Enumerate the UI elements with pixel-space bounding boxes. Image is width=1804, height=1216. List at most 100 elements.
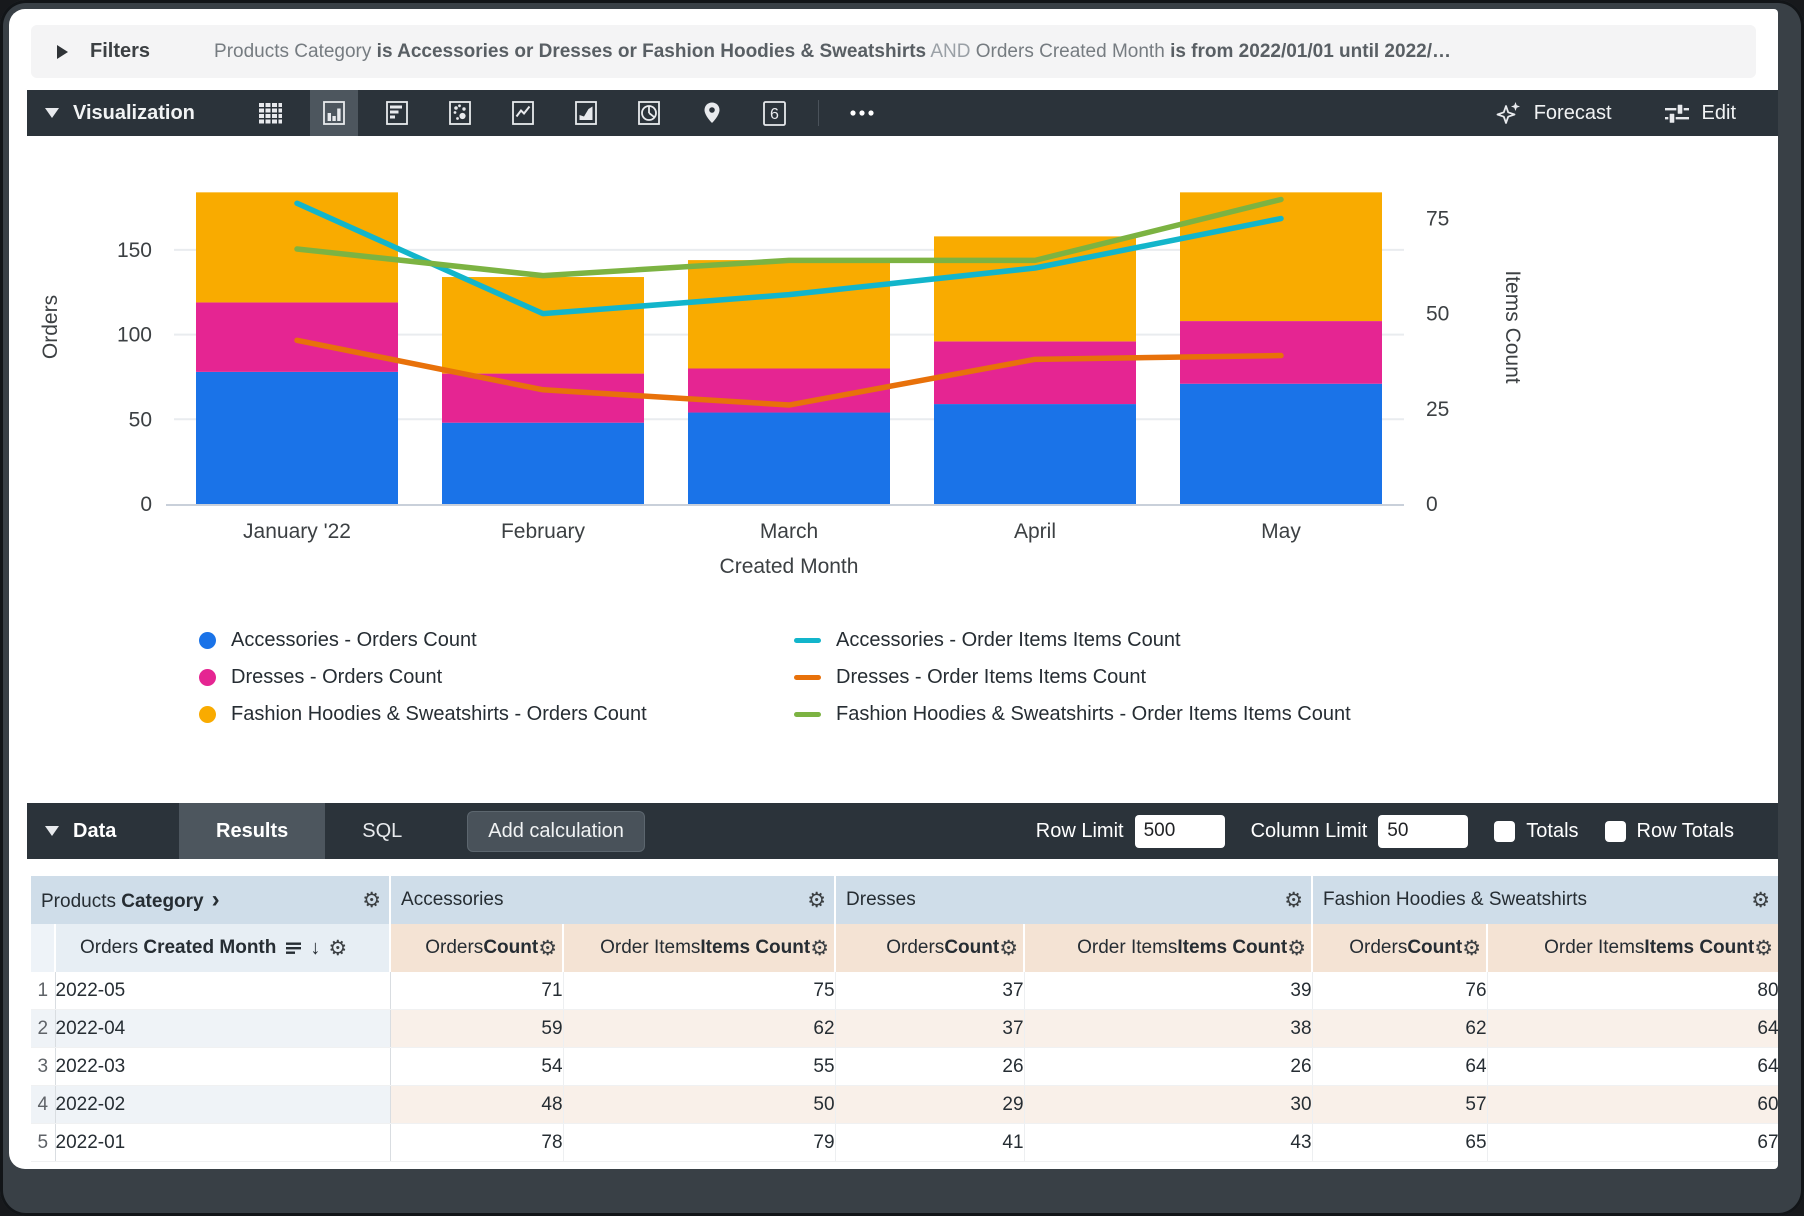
gear-icon[interactable]: ⚙ xyxy=(1287,938,1306,959)
legend-item[interactable]: Accessories - Order Items Items Count xyxy=(794,622,1351,659)
measure-column-header[interactable]: Orders Count⚙ xyxy=(1312,924,1487,972)
legend-item[interactable]: Fashion Hoodies & Sweatshirts - Order It… xyxy=(794,696,1351,733)
tab-sql[interactable]: SQL xyxy=(325,803,439,859)
measure-cell[interactable]: 64 xyxy=(1312,1048,1487,1086)
measure-cell[interactable]: 50 xyxy=(563,1086,835,1124)
gear-icon[interactable]: ⚙ xyxy=(1462,938,1481,959)
dimension-cell[interactable]: 2022-02 xyxy=(55,1086,390,1124)
area-chart-icon[interactable] xyxy=(562,90,610,136)
data-section-toggle[interactable]: Data xyxy=(27,820,179,843)
measure-cell[interactable]: 54 xyxy=(390,1048,563,1086)
totals-checkbox[interactable] xyxy=(1494,821,1515,842)
measure-column-header[interactable]: Orders Count⚙ xyxy=(835,924,1024,972)
measure-group-header[interactable]: Dresses⚙ xyxy=(835,876,1312,924)
measure-cell[interactable]: 64 xyxy=(1487,1010,1778,1048)
dimension-cell[interactable]: 2022-01 xyxy=(55,1124,390,1162)
gear-icon[interactable]: ⚙ xyxy=(999,938,1018,959)
legend-item[interactable]: Dresses - Order Items Items Count xyxy=(794,659,1351,696)
stacked-bar-segment[interactable] xyxy=(442,277,644,374)
measure-column-header[interactable]: Order Items Items Count⚙ xyxy=(1024,924,1312,972)
chevron-right-icon[interactable]: › xyxy=(212,886,220,913)
measure-cell[interactable]: 75 xyxy=(563,972,835,1010)
row-limit-input[interactable] xyxy=(1135,815,1225,848)
stacked-bar-segment[interactable] xyxy=(196,302,398,371)
measure-column-header[interactable]: Orders Count⚙ xyxy=(390,924,563,972)
stacked-bar-segment[interactable] xyxy=(1180,321,1382,384)
gear-icon[interactable]: ⚙ xyxy=(362,890,381,911)
dimension-sub-header[interactable]: Orders Created Month ↓ ⚙ xyxy=(55,924,390,972)
measure-cell[interactable]: 37 xyxy=(835,972,1024,1010)
filters-bar[interactable]: Filters Products Category is Accessories… xyxy=(31,25,1756,78)
gear-icon[interactable]: ⚙ xyxy=(1754,938,1773,959)
measure-cell[interactable]: 55 xyxy=(563,1048,835,1086)
measure-cell[interactable]: 39 xyxy=(1024,972,1312,1010)
measure-cell[interactable]: 80 xyxy=(1487,972,1778,1010)
measure-cell[interactable]: 65 xyxy=(1312,1124,1487,1162)
measure-cell[interactable]: 48 xyxy=(390,1086,563,1124)
row-totals-checkbox[interactable] xyxy=(1605,821,1626,842)
measure-cell[interactable]: 26 xyxy=(835,1048,1024,1086)
sort-descending-icon[interactable]: ↓ xyxy=(310,937,320,960)
measure-cell[interactable]: 76 xyxy=(1312,972,1487,1010)
dimension-group-header[interactable]: Products Category› ⚙ xyxy=(31,876,390,924)
dimension-cell[interactable]: 2022-05 xyxy=(55,972,390,1010)
measure-cell[interactable]: 41 xyxy=(835,1124,1024,1162)
add-calculation-button[interactable]: Add calculation xyxy=(467,811,645,852)
legend-item[interactable]: Accessories - Orders Count xyxy=(199,622,647,659)
measure-cell[interactable]: 37 xyxy=(835,1010,1024,1048)
measure-group-header[interactable]: Accessories⚙ xyxy=(390,876,835,924)
single-value-icon[interactable]: 6 xyxy=(751,90,799,136)
measure-cell[interactable]: 60 xyxy=(1487,1086,1778,1124)
gear-icon[interactable]: ⚙ xyxy=(810,938,829,959)
data-collapse-icon[interactable] xyxy=(45,826,59,836)
measure-cell[interactable]: 29 xyxy=(835,1086,1024,1124)
gear-icon[interactable]: ⚙ xyxy=(1284,890,1303,911)
pie-chart-icon[interactable] xyxy=(625,90,673,136)
stacked-bar-segment[interactable] xyxy=(688,413,890,504)
measure-cell[interactable]: 64 xyxy=(1487,1048,1778,1086)
more-viz-icon[interactable] xyxy=(838,90,886,136)
stacked-bar-segment[interactable] xyxy=(442,423,644,504)
stacked-bar-segment[interactable] xyxy=(1180,192,1382,321)
edit-button[interactable]: Edit xyxy=(1664,102,1736,125)
measure-cell[interactable]: 78 xyxy=(390,1124,563,1162)
measure-cell[interactable]: 71 xyxy=(390,972,563,1010)
gear-icon[interactable]: ⚙ xyxy=(807,890,826,911)
legend-item[interactable]: Fashion Hoodies & Sweatshirts - Orders C… xyxy=(199,696,647,733)
measure-column-header[interactable]: Order Items Items Count⚙ xyxy=(563,924,835,972)
dimension-cell[interactable]: 2022-04 xyxy=(55,1010,390,1048)
measure-cell[interactable]: 57 xyxy=(1312,1086,1487,1124)
measure-cell[interactable]: 30 xyxy=(1024,1086,1312,1124)
stacked-bar-segment[interactable] xyxy=(688,260,890,368)
measure-cell[interactable]: 26 xyxy=(1024,1048,1312,1086)
stacked-bar-segment[interactable] xyxy=(1180,384,1382,504)
measure-cell[interactable]: 79 xyxy=(563,1124,835,1162)
visualization-collapse-icon[interactable] xyxy=(45,108,59,118)
measure-cell[interactable]: 38 xyxy=(1024,1010,1312,1048)
measure-cell[interactable]: 62 xyxy=(1312,1010,1487,1048)
dimension-cell[interactable]: 2022-03 xyxy=(55,1048,390,1086)
gear-icon[interactable]: ⚙ xyxy=(1751,890,1770,911)
measure-cell[interactable]: 67 xyxy=(1487,1124,1778,1162)
legend-item[interactable]: Dresses - Orders Count xyxy=(199,659,647,696)
forecast-button[interactable]: Forecast xyxy=(1496,100,1612,126)
bar-chart-icon[interactable] xyxy=(373,90,421,136)
sort-list-icon[interactable] xyxy=(286,942,302,955)
gear-icon[interactable]: ⚙ xyxy=(538,938,557,959)
map-chart-icon[interactable] xyxy=(688,90,736,136)
gear-icon[interactable]: ⚙ xyxy=(328,938,347,959)
tab-results[interactable]: Results xyxy=(179,803,325,859)
stacked-bar-segment[interactable] xyxy=(442,374,644,423)
column-chart-icon[interactable] xyxy=(310,90,358,136)
column-limit-input[interactable] xyxy=(1378,815,1468,848)
visualization-section-toggle[interactable]: Visualization xyxy=(27,102,195,125)
measure-cell[interactable]: 62 xyxy=(563,1010,835,1048)
filters-expand-icon[interactable] xyxy=(57,45,68,59)
scatter-chart-icon[interactable] xyxy=(436,90,484,136)
measure-group-header[interactable]: Fashion Hoodies & Sweatshirts⚙ xyxy=(1312,876,1778,924)
stacked-bar-segment[interactable] xyxy=(196,372,398,504)
stacked-bar-segment[interactable] xyxy=(934,404,1136,504)
measure-cell[interactable]: 59 xyxy=(390,1010,563,1048)
table-chart-icon[interactable] xyxy=(247,90,295,136)
measure-column-header[interactable]: Order Items Items Count⚙ xyxy=(1487,924,1778,972)
